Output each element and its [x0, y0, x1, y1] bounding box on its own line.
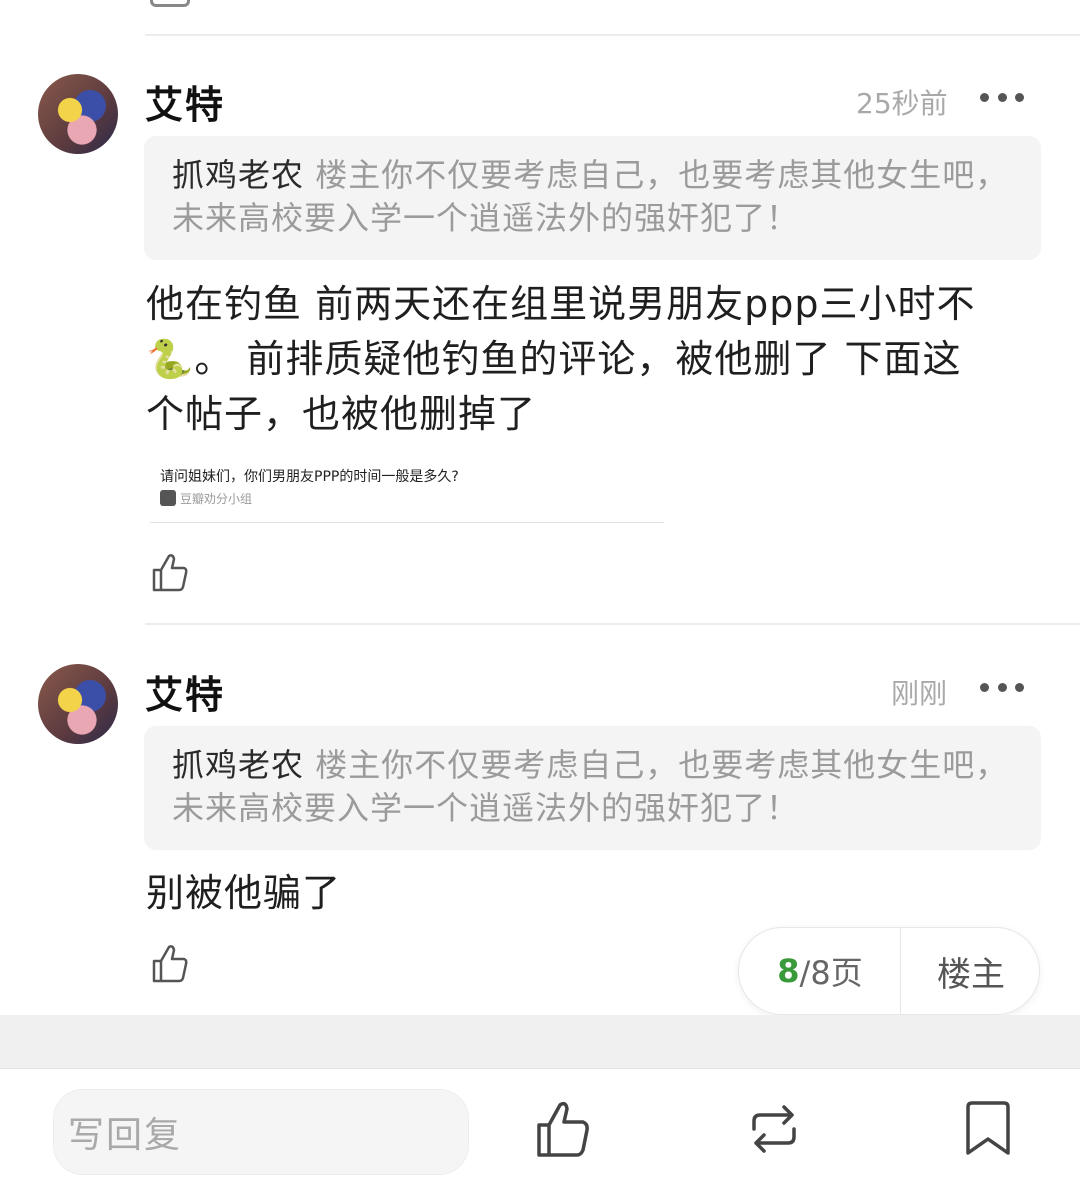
more-options-icon[interactable] — [980, 681, 1024, 693]
quoted-comment[interactable]: 抓鸡老农 楼主你不仅要考虑自己，也要考虑其他女生吧，未来高校要入学一个逍遥法外的… — [144, 136, 1041, 260]
page-indicator[interactable]: 8/8页 — [739, 928, 901, 1014]
repost-icon[interactable] — [746, 1099, 802, 1159]
card-title: 请问姐妹们，你们男朋友PPP的时间一般是多久? — [160, 469, 459, 485]
bookmark-icon[interactable] — [960, 1099, 1016, 1159]
comment-time: 刚刚 — [891, 677, 948, 710]
divider — [145, 34, 1080, 36]
section-spacer — [0, 1015, 1080, 1068]
current-page: 8 — [777, 952, 800, 990]
previous-like-icon[interactable] — [150, 0, 190, 7]
like-icon[interactable] — [152, 552, 188, 592]
comment-line: 他在钓鱼 前两天还在组里说男朋友ppp三小时不 — [146, 282, 976, 326]
avatar[interactable] — [38, 664, 118, 744]
comment-body: 他在钓鱼 前两天还在组里说男朋友ppp三小时不 🐍。 前排质疑他钓鱼的评论，被他… — [146, 277, 1036, 442]
quoted-comment[interactable]: 抓鸡老农 楼主你不仅要考虑自己，也要考虑其他女生吧，未来高校要入学一个逍遥法外的… — [144, 726, 1041, 850]
like-icon[interactable] — [535, 1099, 591, 1159]
comment-line: 个帖子，也被他删掉了 — [146, 392, 537, 436]
quoted-author: 抓鸡老农 — [172, 156, 305, 194]
total-pages: /8页 — [799, 954, 863, 992]
comment-body: 别被他骗了 — [146, 866, 1036, 921]
like-icon[interactable] — [152, 943, 188, 983]
comment-author[interactable]: 艾特 — [145, 664, 225, 719]
op-only-button[interactable]: 楼主 — [901, 928, 1041, 1014]
linked-post-card[interactable]: 请问姐妹们，你们男朋友PPP的时间一般是多久? 豆瓣劝分小组 — [150, 462, 664, 523]
comment-line: 🐍。 前排质疑他钓鱼的评论，被他删了 下面这 — [146, 337, 962, 381]
divider — [145, 623, 1080, 625]
comment-line: 别被他骗了 — [146, 871, 342, 915]
quoted-author: 抓鸡老农 — [172, 746, 305, 784]
comment-author[interactable]: 艾特 — [145, 74, 225, 129]
avatar[interactable] — [38, 74, 118, 154]
bottom-action-bar: 写回复 — [0, 1068, 1080, 1194]
more-options-icon[interactable] — [980, 91, 1024, 103]
card-source: 豆瓣劝分小组 — [180, 492, 253, 506]
reply-input[interactable]: 写回复 — [53, 1089, 469, 1175]
comment-time: 25秒前 — [856, 87, 948, 120]
pager: 8/8页 楼主 — [738, 927, 1040, 1015]
group-icon — [160, 490, 176, 506]
